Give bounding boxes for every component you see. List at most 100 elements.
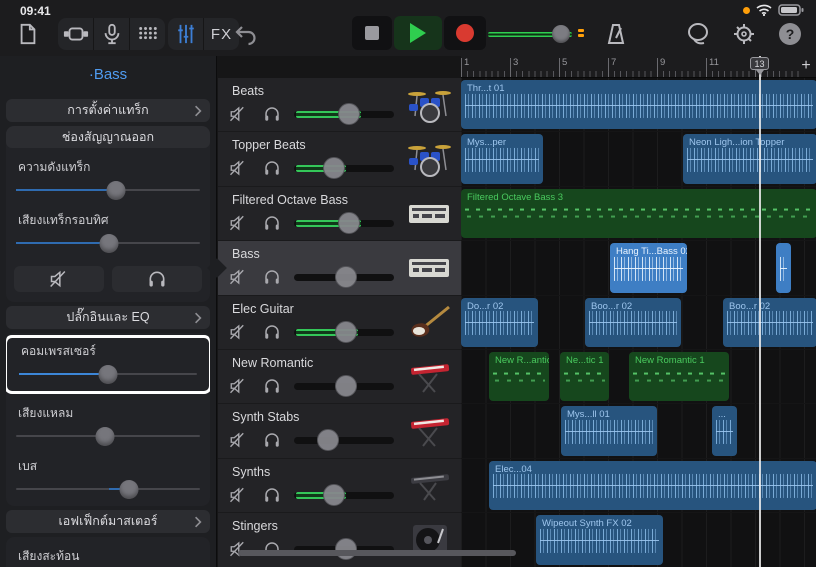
play-button[interactable]	[394, 16, 442, 50]
slider-knob[interactable]	[338, 103, 360, 125]
track-volume-slider[interactable]	[294, 483, 394, 507]
region[interactable]	[776, 243, 791, 292]
timeline-row-synths[interactable]: Elec...04	[461, 459, 816, 512]
region[interactable]: Mys...per	[461, 134, 543, 183]
track-mute-button[interactable]	[14, 266, 104, 292]
region[interactable]: Do...r 02	[461, 298, 538, 347]
track-header-new-romantic[interactable]: New Romantic	[218, 350, 461, 403]
track-volume-slider[interactable]	[294, 265, 394, 289]
headphones-icon[interactable]	[260, 265, 284, 289]
horizontal-scrollbar[interactable]	[238, 550, 516, 556]
slider-knob[interactable]	[335, 375, 357, 397]
plugins-eq-button[interactable]: ปลั๊กอินและ EQ	[6, 306, 210, 329]
master-volume-slider[interactable]	[488, 24, 588, 44]
timeline-row-synth-stabs[interactable]: Mys...ll 01...	[461, 404, 816, 457]
playhead-marker[interactable]: 13	[750, 57, 769, 70]
region[interactable]: Boo...r 02	[723, 298, 816, 347]
mute-icon[interactable]	[226, 374, 250, 398]
settings-gear-button[interactable]	[728, 18, 760, 50]
headphones-icon[interactable]	[260, 102, 284, 126]
track-pan-slider[interactable]	[16, 232, 200, 254]
my-songs-button[interactable]	[12, 18, 44, 50]
track-header-elec-guitar[interactable]: Elec Guitar	[218, 296, 461, 349]
slider-knob[interactable]	[323, 484, 345, 506]
timeline-row-stingers[interactable]: Wipeout Synth FX 02	[461, 513, 816, 566]
region[interactable]: Wipeout Synth FX 02	[536, 515, 663, 564]
mute-icon[interactable]	[226, 102, 250, 126]
timeline-row-bass[interactable]: Hang Ti...Bass 02	[461, 241, 816, 294]
compressor-slider[interactable]	[19, 363, 197, 385]
track-volume-slider[interactable]	[294, 211, 394, 235]
loop-browser-button[interactable]	[682, 18, 714, 50]
slider-knob[interactable]	[335, 321, 357, 343]
track-header-topper-beats[interactable]: Topper Beats	[218, 132, 461, 185]
mic-input-icon[interactable]	[94, 18, 129, 50]
region[interactable]: Boo...r 02	[585, 298, 681, 347]
mute-icon[interactable]	[226, 483, 250, 507]
timeline-row-beats[interactable]: Thr...t 01	[461, 78, 816, 131]
track-solo-headphones-button[interactable]	[112, 266, 202, 292]
track-volume-slider[interactable]	[16, 179, 200, 201]
track-controls-icon[interactable]	[168, 18, 203, 50]
slider-knob[interactable]	[106, 181, 125, 200]
slider-knob[interactable]	[99, 234, 118, 253]
stop-button[interactable]	[352, 16, 392, 50]
headphones-icon[interactable]	[260, 428, 284, 452]
slider-knob[interactable]	[335, 266, 357, 288]
region[interactable]: Elec...04	[489, 461, 816, 510]
track-volume-slider[interactable]	[294, 156, 394, 180]
region[interactable]: New Romantic 1	[629, 352, 729, 401]
treble-slider[interactable]	[16, 425, 200, 447]
add-track-button[interactable]: +	[798, 56, 814, 76]
timeline-row-filtered-octave-bass[interactable]: Filtered Octave Bass 3	[461, 187, 816, 240]
region[interactable]: Thr...t 01	[461, 80, 816, 129]
help-button[interactable]: ?	[774, 18, 806, 50]
metronome-button[interactable]	[600, 18, 632, 50]
master-volume-knob[interactable]	[552, 25, 570, 43]
headphones-icon[interactable]	[260, 320, 284, 344]
region[interactable]: Filtered Octave Bass 3	[461, 189, 816, 238]
track-header-stingers[interactable]: Stingers	[218, 513, 461, 566]
mute-icon[interactable]	[226, 265, 250, 289]
slider-knob[interactable]	[98, 365, 117, 384]
slider-knob[interactable]	[119, 480, 138, 499]
region[interactable]: ...	[712, 406, 737, 455]
mute-icon[interactable]	[226, 320, 250, 344]
track-header-bass[interactable]: Bass	[218, 241, 461, 294]
mute-icon[interactable]	[226, 211, 250, 235]
live-loops-grid-icon[interactable]	[130, 18, 165, 50]
record-button[interactable]	[444, 16, 486, 50]
region[interactable]: Neon Ligh...ion Topper	[683, 134, 816, 183]
slider-knob[interactable]	[338, 212, 360, 234]
headphones-icon[interactable]	[260, 483, 284, 507]
timeline-row-elec-guitar[interactable]: Do...r 02 Boo...r 02 Boo...r 02	[461, 296, 816, 349]
headphones-icon[interactable]	[260, 156, 284, 180]
master-effects-button[interactable]: เอฟเฟ็กต์มาสเตอร์	[6, 510, 210, 533]
slider-knob[interactable]	[323, 157, 345, 179]
timeline-row-topper-beats[interactable]: Mys...per Neon Ligh...ion Topper	[461, 132, 816, 185]
mute-icon[interactable]	[226, 428, 250, 452]
region[interactable]: Ne...tic 1	[560, 352, 609, 401]
track-volume-slider[interactable]	[294, 320, 394, 344]
headphones-icon[interactable]	[260, 211, 284, 235]
track-header-beats[interactable]: Beats	[218, 78, 461, 131]
mute-icon[interactable]	[226, 156, 250, 180]
track-volume-slider[interactable]	[294, 428, 394, 452]
bass-slider[interactable]	[16, 478, 200, 500]
track-volume-slider[interactable]	[294, 374, 394, 398]
playhead-line[interactable]: 13	[759, 56, 761, 567]
slider-knob[interactable]	[317, 429, 339, 451]
track-header-synth-stabs[interactable]: Synth Stabs	[218, 404, 461, 457]
headphones-icon[interactable]	[260, 374, 284, 398]
undo-button[interactable]	[230, 18, 262, 50]
audio-adapter-icon[interactable]	[58, 18, 93, 50]
region[interactable]: New R...antic 1	[489, 352, 549, 401]
track-volume-slider[interactable]	[294, 102, 394, 126]
track-header-synths[interactable]: Synths	[218, 459, 461, 512]
track-settings-button[interactable]: การตั้งค่าแทร็ก	[6, 99, 210, 122]
track-header-filtered-octave-bass[interactable]: Filtered Octave Bass	[218, 187, 461, 240]
slider-knob[interactable]	[95, 427, 114, 446]
region[interactable]: Hang Ti...Bass 02	[610, 243, 687, 292]
region[interactable]: Mys...ll 01	[561, 406, 657, 455]
timeline-row-new-romantic[interactable]: New R...antic 1Ne...tic 1 New Romantic 1	[461, 350, 816, 403]
